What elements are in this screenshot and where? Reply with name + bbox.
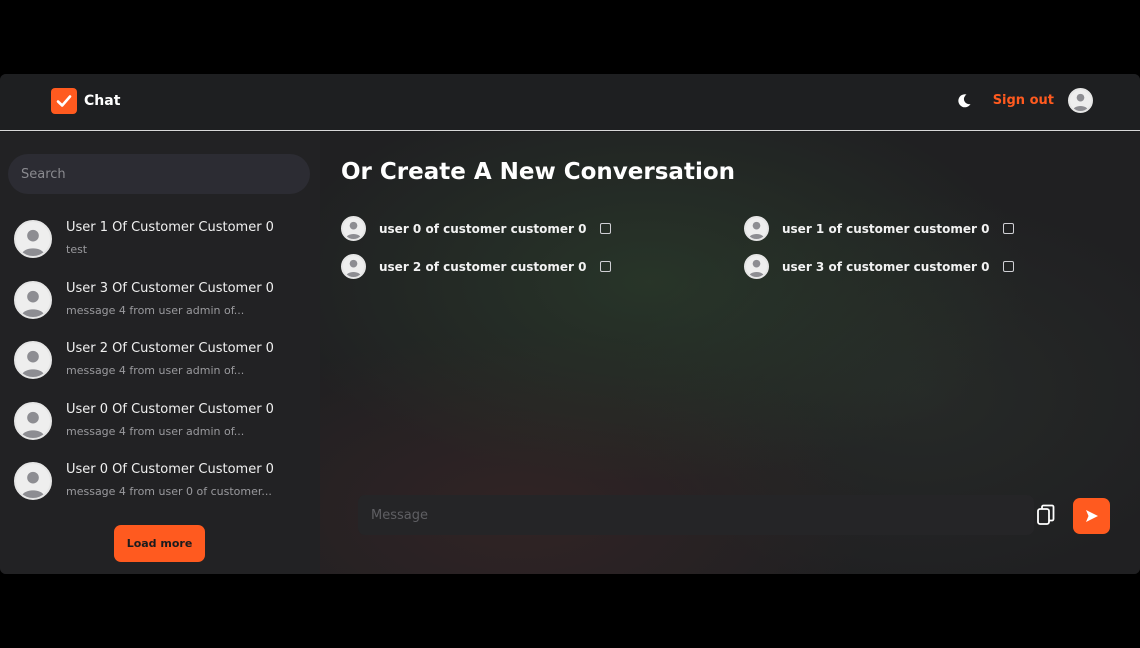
conversation-preview: message 4 from user 0 of customer...	[66, 485, 272, 498]
user-checkbox[interactable]	[600, 223, 612, 234]
conversation-item[interactable]: User 0 Of Customer Customer 0 message 4 …	[0, 394, 320, 450]
conversation-item[interactable]: User 3 Of Customer Customer 0 message 4 …	[0, 273, 320, 329]
brand[interactable]: Chat	[51, 88, 120, 114]
user-avatar-icon	[14, 341, 52, 379]
user-avatar-icon	[14, 281, 52, 319]
user-option-label: user 1 of customer customer 0	[782, 221, 990, 236]
user-checkbox[interactable]	[1003, 223, 1015, 234]
user-avatar-icon	[744, 216, 769, 241]
conversation-name: User 1 Of Customer Customer 0	[66, 220, 274, 235]
user-option[interactable]: user 0 of customer customer 0	[341, 216, 612, 241]
page-title: Or Create A New Conversation	[341, 159, 736, 185]
user-checkbox[interactable]	[1003, 261, 1015, 272]
check-icon	[51, 88, 77, 114]
attachment-icon[interactable]	[1036, 504, 1056, 526]
conversation-preview: message 4 from user admin of...	[66, 364, 245, 377]
user-option-label: user 0 of customer customer 0	[379, 221, 587, 236]
conversation-preview: test	[66, 243, 88, 256]
search-input[interactable]	[8, 154, 310, 194]
load-more-button[interactable]: Load more	[114, 525, 205, 562]
moon-icon[interactable]	[955, 92, 973, 110]
conversation-name: User 3 Of Customer Customer 0	[66, 281, 274, 296]
send-button[interactable]	[1073, 498, 1110, 534]
user-option[interactable]: user 3 of customer customer 0	[744, 254, 1015, 279]
conversation-name: User 0 Of Customer Customer 0	[66, 462, 274, 477]
user-option[interactable]: user 1 of customer customer 0	[744, 216, 1015, 241]
conversation-item[interactable]: User 2 Of Customer Customer 0 message 4 …	[0, 333, 320, 389]
conversation-preview: message 4 from user admin of...	[66, 425, 245, 438]
new-conversation-panel: Or Create A New Conversation user 0 of c…	[320, 132, 1140, 574]
send-icon	[1085, 510, 1098, 522]
user-checkbox[interactable]	[600, 261, 612, 272]
user-avatar-icon	[744, 254, 769, 279]
conversation-preview: message 4 from user admin of...	[66, 304, 245, 317]
user-avatar-icon	[341, 254, 366, 279]
user-avatar-icon	[341, 216, 366, 241]
conversation-sidebar: User 1 Of Customer Customer 0 test User …	[0, 132, 320, 574]
conversation-name: User 2 Of Customer Customer 0	[66, 341, 274, 356]
user-avatar-icon	[14, 402, 52, 440]
conversation-item[interactable]: User 0 Of Customer Customer 0 message 4 …	[0, 454, 320, 510]
conversation-name: User 0 Of Customer Customer 0	[66, 402, 274, 417]
user-avatar-icon	[14, 220, 52, 258]
brand-name: Chat	[84, 93, 121, 109]
user-avatar-icon[interactable]	[1068, 88, 1093, 113]
conversation-item[interactable]: User 1 Of Customer Customer 0 test	[0, 212, 320, 268]
message-input[interactable]	[358, 495, 1034, 535]
user-option[interactable]: user 2 of customer customer 0	[341, 254, 612, 279]
user-option-label: user 2 of customer customer 0	[379, 259, 587, 274]
user-option-label: user 3 of customer customer 0	[782, 259, 990, 274]
user-avatar-icon	[14, 462, 52, 500]
chat-app: Chat Sign out User 1 Of Customer Custome…	[0, 74, 1140, 574]
top-bar: Chat Sign out	[0, 74, 1140, 131]
header-actions: Sign out	[955, 88, 1093, 113]
sign-out-link[interactable]: Sign out	[993, 93, 1054, 108]
